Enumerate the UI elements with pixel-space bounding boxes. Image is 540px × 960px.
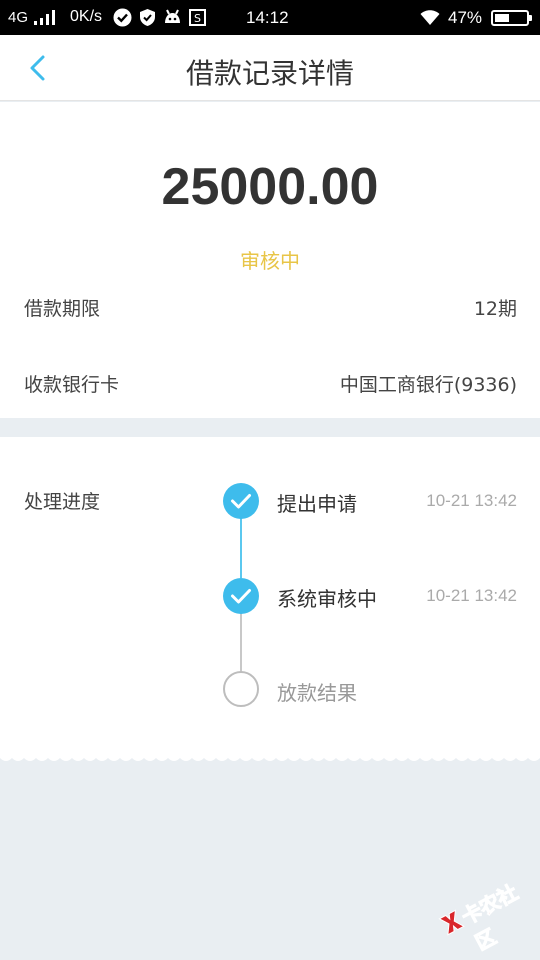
watermark: 卡农社区 xyxy=(425,851,540,960)
term-label: 借款期限 xyxy=(24,298,101,320)
progress-section: 处理进度 提出申请 10-21 13:42 系统审核中 10-21 13:42 … xyxy=(0,437,540,755)
step-time: 10-21 13:42 xyxy=(426,586,517,605)
clock: 14:12 xyxy=(246,8,289,27)
screenshot-icon: S xyxy=(188,8,207,27)
bank-label: 收款银行卡 xyxy=(24,374,120,396)
step-name: 放款结果 xyxy=(277,681,357,705)
battery-level xyxy=(495,14,510,22)
step-complete-icon xyxy=(223,578,259,614)
step-time: 10-21 13:42 xyxy=(426,491,517,510)
status-bar: 4G 0K/s S 14:12 47% xyxy=(0,0,540,35)
wifi-icon xyxy=(420,10,440,25)
timeline-connector xyxy=(240,613,242,673)
android-icon xyxy=(163,8,182,27)
svg-text:S: S xyxy=(194,12,201,25)
loan-summary: 25000.00 审核中 借款期限 12期 收款银行卡 中国工商银行(9336) xyxy=(0,102,540,418)
status-badge: 审核中 xyxy=(240,249,300,273)
check-circle-icon xyxy=(113,8,132,27)
receipt-edge xyxy=(0,755,540,761)
watermark-text: 卡农社区 xyxy=(457,879,522,955)
step-name: 系统审核中 xyxy=(277,587,377,611)
step-name: 提出申请 xyxy=(277,492,357,516)
term-value: 12期 xyxy=(473,298,517,320)
loan-amount: 25000.00 xyxy=(161,158,379,216)
battery-icon xyxy=(491,10,532,26)
signal-icon xyxy=(34,10,55,25)
network-speed: 0K/s xyxy=(70,8,103,25)
shield-icon xyxy=(138,8,157,27)
battery-percent: 47% xyxy=(448,8,483,27)
timeline-connector xyxy=(240,518,242,578)
step-pending-icon xyxy=(223,671,259,707)
bank-value: 中国工商银行(9336) xyxy=(339,374,517,396)
page-title: 借款记录详情 xyxy=(185,57,354,90)
notification-icons: S xyxy=(113,7,207,27)
network-type: 4G xyxy=(8,9,29,26)
nav-header: 借款记录详情 xyxy=(0,35,540,101)
progress-label: 处理进度 xyxy=(24,491,101,513)
step-complete-icon xyxy=(223,483,259,519)
